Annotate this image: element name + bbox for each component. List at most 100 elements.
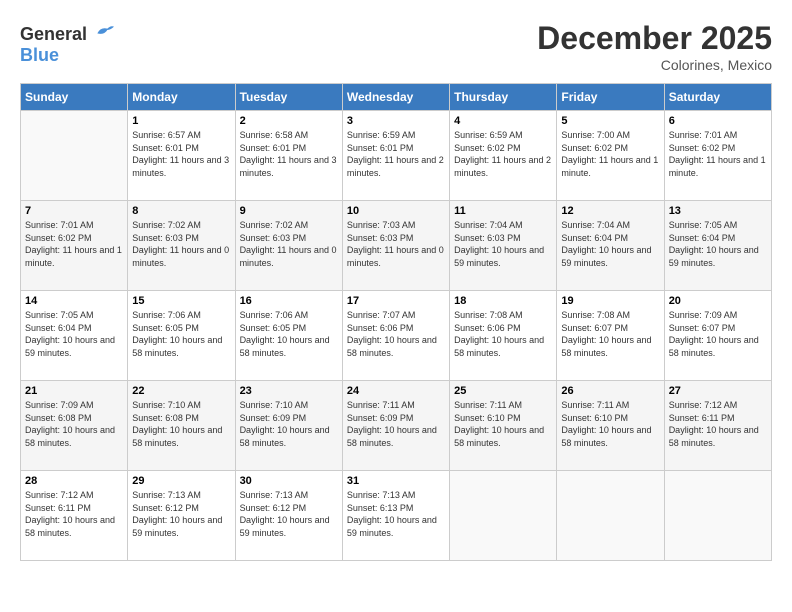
calendar-cell: 25Sunrise: 7:11 AMSunset: 6:10 PMDayligh… (450, 381, 557, 471)
day-info: Sunrise: 7:08 AMSunset: 6:07 PMDaylight:… (561, 309, 659, 359)
day-number: 21 (25, 385, 123, 397)
calendar-week-row: 7Sunrise: 7:01 AMSunset: 6:02 PMDaylight… (21, 201, 772, 291)
calendar-cell: 13 Sunrise: 7:05 AMSunset: 6:04 PMDayligh… (664, 201, 771, 291)
calendar-cell: 29Sunrise: 7:13 AMSunset: 6:12 PMDayligh… (128, 471, 235, 561)
calendar-week-row: 1Sunrise: 6:57 AMSunset: 6:01 PMDaylight… (21, 111, 772, 201)
calendar-cell (450, 471, 557, 561)
day-number: 27 (669, 385, 767, 397)
day-info: Sunrise: 7:04 AMSunset: 6:03 PMDaylight:… (454, 219, 552, 269)
day-number: 5 (561, 115, 659, 127)
calendar-cell: 14Sunrise: 7:05 AMSunset: 6:04 PMDayligh… (21, 291, 128, 381)
calendar-cell: 31 Sunrise: 7:13 AMSunset: 6:13 PMDayligh… (342, 471, 449, 561)
day-info: Sunrise: 6:58 AMSunset: 6:01 PMDaylight:… (240, 129, 338, 179)
calendar-cell: 20 Sunrise: 7:09 AMSunset: 6:07 PMDayligh… (664, 291, 771, 381)
calendar-cell: 2 Sunrise: 6:58 AMSunset: 6:01 PMDaylight… (235, 111, 342, 201)
calendar-week-row: 28Sunrise: 7:12 AMSunset: 6:11 PMDayligh… (21, 471, 772, 561)
day-number: 23 (240, 385, 338, 397)
day-number: 2 (240, 115, 338, 127)
calendar-cell (21, 111, 128, 201)
logo-text: General Blue (20, 20, 114, 66)
day-number: 30 (240, 475, 338, 487)
day-info: Sunrise: 7:05 AMSunset: 6:04 PMDaylight:… (25, 309, 123, 359)
calendar-cell: 30 Sunrise: 7:13 AMSunset: 6:12 PMDayligh… (235, 471, 342, 561)
title-section: December 2025 Colorines, Mexico (537, 20, 772, 73)
day-info: Sunrise: 7:01 AMSunset: 6:02 PMDaylight:… (25, 219, 123, 269)
calendar-cell: 21 Sunrise: 7:09 AMSunset: 6:08 PMDayligh… (21, 381, 128, 471)
header-monday: Monday (128, 84, 235, 111)
calendar-cell: 24Sunrise: 7:11 AMSunset: 6:09 PMDayligh… (342, 381, 449, 471)
day-info: Sunrise: 7:07 AMSunset: 6:06 PMDaylight:… (347, 309, 445, 359)
calendar-cell: 26 Sunrise: 7:11 AMSunset: 6:10 PMDayligh… (557, 381, 664, 471)
header-saturday: Saturday (664, 84, 771, 111)
calendar-cell: 22Sunrise: 7:10 AMSunset: 6:08 PMDayligh… (128, 381, 235, 471)
day-info: Sunrise: 7:10 AMSunset: 6:08 PMDaylight:… (132, 399, 230, 449)
calendar-cell: 27 Sunrise: 7:12 AMSunset: 6:11 PMDayligh… (664, 381, 771, 471)
day-info: Sunrise: 7:08 AMSunset: 6:06 PMDaylight:… (454, 309, 552, 359)
day-number: 11 (454, 205, 552, 217)
calendar-cell: 5Sunrise: 7:00 AMSunset: 6:02 PMDaylight… (557, 111, 664, 201)
day-number: 19 (561, 295, 659, 307)
day-info: Sunrise: 7:13 AMSunset: 6:12 PMDaylight:… (132, 489, 230, 539)
calendar-cell: 9 Sunrise: 7:02 AMSunset: 6:03 PMDaylight… (235, 201, 342, 291)
day-number: 1 (132, 115, 230, 127)
header-friday: Friday (557, 84, 664, 111)
header-sunday: Sunday (21, 84, 128, 111)
day-number: 13 (669, 205, 767, 217)
calendar-cell: 12Sunrise: 7:04 AMSunset: 6:04 PMDayligh… (557, 201, 664, 291)
calendar-header-row: Sunday Monday Tuesday Wednesday Thursday… (21, 84, 772, 111)
day-info: Sunrise: 7:11 AMSunset: 6:10 PMDaylight:… (454, 399, 552, 449)
calendar-cell: 28Sunrise: 7:12 AMSunset: 6:11 PMDayligh… (21, 471, 128, 561)
calendar-cell: 10 Sunrise: 7:03 AMSunset: 6:03 PMDayligh… (342, 201, 449, 291)
day-info: Sunrise: 7:13 AMSunset: 6:12 PMDaylight:… (240, 489, 338, 539)
logo: General Blue (20, 20, 114, 66)
header-thursday: Thursday (450, 84, 557, 111)
day-number: 18 (454, 295, 552, 307)
location-subtitle: Colorines, Mexico (537, 57, 772, 73)
day-number: 24 (347, 385, 445, 397)
day-number: 20 (669, 295, 767, 307)
calendar-cell: 4 Sunrise: 6:59 AMSunset: 6:02 PMDaylight… (450, 111, 557, 201)
day-info: Sunrise: 7:10 AMSunset: 6:09 PMDaylight:… (240, 399, 338, 449)
day-info: Sunrise: 7:06 AMSunset: 6:05 PMDaylight:… (240, 309, 338, 359)
day-info: Sunrise: 7:03 AMSunset: 6:03 PMDaylight:… (347, 219, 445, 269)
day-info: Sunrise: 7:13 AMSunset: 6:13 PMDaylight:… (347, 489, 445, 539)
day-info: Sunrise: 7:09 AMSunset: 6:08 PMDaylight:… (25, 399, 123, 449)
day-number: 16 (240, 295, 338, 307)
calendar-cell: 15Sunrise: 7:06 AMSunset: 6:05 PMDayligh… (128, 291, 235, 381)
month-year-title: December 2025 (537, 20, 772, 57)
logo-bird-icon (94, 20, 114, 40)
day-info: Sunrise: 7:02 AMSunset: 6:03 PMDaylight:… (132, 219, 230, 269)
header-tuesday: Tuesday (235, 84, 342, 111)
calendar-cell: 19 Sunrise: 7:08 AMSunset: 6:07 PMDayligh… (557, 291, 664, 381)
calendar-cell: 1Sunrise: 6:57 AMSunset: 6:01 PMDaylight… (128, 111, 235, 201)
day-info: Sunrise: 7:11 AMSunset: 6:10 PMDaylight:… (561, 399, 659, 449)
day-number: 15 (132, 295, 230, 307)
day-number: 17 (347, 295, 445, 307)
day-info: Sunrise: 7:12 AMSunset: 6:11 PMDaylight:… (25, 489, 123, 539)
day-number: 10 (347, 205, 445, 217)
logo-blue: Blue (20, 45, 59, 65)
day-info: Sunrise: 7:05 AMSunset: 6:04 PMDaylight:… (669, 219, 767, 269)
day-number: 9 (240, 205, 338, 217)
day-number: 4 (454, 115, 552, 127)
day-info: Sunrise: 7:09 AMSunset: 6:07 PMDaylight:… (669, 309, 767, 359)
calendar-cell: 6Sunrise: 7:01 AMSunset: 6:02 PMDaylight… (664, 111, 771, 201)
calendar-cell: 11 Sunrise: 7:04 AMSunset: 6:03 PMDayligh… (450, 201, 557, 291)
calendar-cell: 23 Sunrise: 7:10 AMSunset: 6:09 PMDayligh… (235, 381, 342, 471)
logo-general: General (20, 24, 87, 44)
day-number: 8 (132, 205, 230, 217)
day-info: Sunrise: 6:59 AMSunset: 6:02 PMDaylight:… (454, 129, 552, 179)
page-header: General Blue December 2025 Colorines, Me… (20, 20, 772, 73)
header-wednesday: Wednesday (342, 84, 449, 111)
calendar-cell: 18 Sunrise: 7:08 AMSunset: 6:06 PMDayligh… (450, 291, 557, 381)
calendar-cell: 16 Sunrise: 7:06 AMSunset: 6:05 PMDayligh… (235, 291, 342, 381)
calendar-cell: 17 Sunrise: 7:07 AMSunset: 6:06 PMDayligh… (342, 291, 449, 381)
calendar-cell (557, 471, 664, 561)
day-number: 31 (347, 475, 445, 487)
calendar-cell: 3Sunrise: 6:59 AMSunset: 6:01 PMDaylight… (342, 111, 449, 201)
day-info: Sunrise: 7:04 AMSunset: 6:04 PMDaylight:… (561, 219, 659, 269)
day-number: 26 (561, 385, 659, 397)
calendar-cell: 8 Sunrise: 7:02 AMSunset: 6:03 PMDaylight… (128, 201, 235, 291)
day-info: Sunrise: 7:12 AMSunset: 6:11 PMDaylight:… (669, 399, 767, 449)
day-info: Sunrise: 7:02 AMSunset: 6:03 PMDaylight:… (240, 219, 338, 269)
